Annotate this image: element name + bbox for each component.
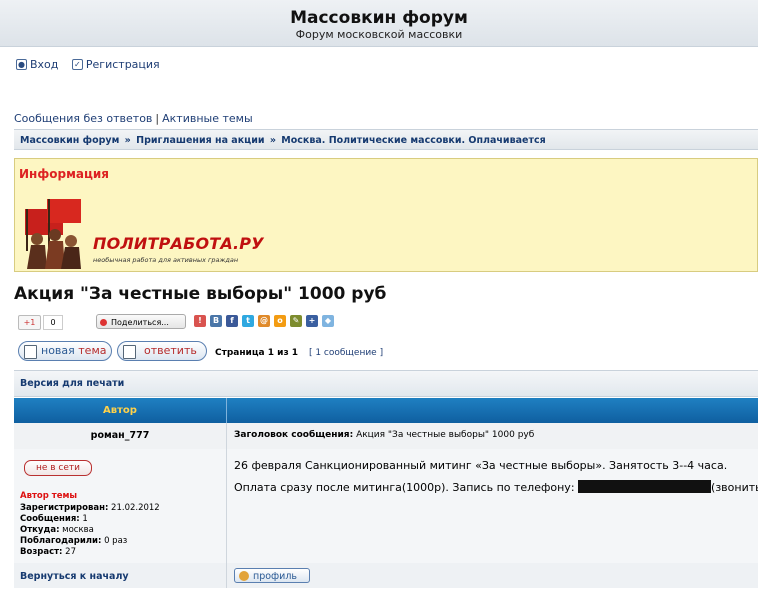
registered-info: Зарегистрирован: 21.02.2012 — [20, 503, 160, 513]
profile-icon — [239, 571, 249, 581]
site-title[interactable]: Массовкин форум — [0, 8, 758, 28]
new-topic-icon — [24, 345, 37, 359]
banner-name: ПОЛИТРАБОТА.РУ — [93, 234, 264, 253]
post-text-line-1: 26 февраля Санкционированный митинг «За … — [234, 459, 728, 472]
more-share-icon[interactable]: ◆ — [322, 315, 334, 327]
post-footer-row: Вернуться к началу профиль — [14, 563, 758, 588]
post-subject: Заголовок сообщения: Акция "За честные в… — [234, 430, 534, 440]
facebook-icon[interactable]: f — [226, 315, 238, 327]
breadcrumb-invitations[interactable]: Приглашения на акции — [136, 135, 264, 146]
new-topic-label-b: тема — [78, 344, 107, 357]
reply-icon — [123, 345, 136, 359]
breadcrumb-separator: » — [269, 135, 276, 146]
register-icon: ✓ — [71, 59, 83, 70]
quicklinks-separator: | — [155, 112, 160, 125]
mymail-icon[interactable]: @ — [258, 315, 270, 327]
twitter-icon[interactable]: t — [242, 315, 254, 327]
new-topic-button[interactable]: новая тема — [18, 341, 112, 361]
topic-title[interactable]: Акция "За честные выборы" 1000 руб — [14, 284, 386, 304]
gplus-count: 0 — [43, 315, 63, 330]
gplus-button[interactable]: +1 — [18, 315, 41, 330]
age-info: Возраст: 27 — [20, 547, 76, 557]
active-topics-link[interactable]: Активные темы — [162, 112, 253, 125]
post-text-line-2: Оплата сразу после митинга(1000р). Запис… — [234, 480, 758, 494]
post-text-line-2-start: Оплата сразу после митинга(1000р). Запис… — [234, 481, 575, 494]
banner-tagline: необычная работа для активных граждан — [93, 256, 239, 264]
post-text-line-2-end: (звонить мо — [711, 481, 758, 494]
author-column-header: Автор — [14, 398, 227, 423]
livejournal-icon[interactable]: ✎ — [290, 315, 302, 327]
print-version-link[interactable]: Версия для печати — [20, 378, 124, 389]
info-box: Информация ПОЛИТРАБОТА.РУ необычная рабо… — [14, 158, 758, 272]
info-title: Информация — [19, 167, 109, 181]
page-info: Страница 1 из 1 — [215, 348, 299, 358]
post-subject-text: Акция "За честные выборы" 1000 руб — [356, 430, 535, 440]
liveinternet-icon[interactable]: + — [306, 315, 318, 327]
quick-links: Сообщения без ответов | Активные темы — [14, 112, 253, 125]
odnoklassniki-icon[interactable]: o — [274, 315, 286, 327]
column-divider — [226, 563, 227, 588]
unanswered-posts-link[interactable]: Сообщения без ответов — [14, 112, 152, 125]
post-header-row: роман_777 Заголовок сообщения: Акция "За… — [14, 423, 758, 450]
location-info: Откуда: москва — [20, 525, 94, 535]
breadcrumb: Массовкин форум » Приглашения на акции »… — [14, 129, 758, 150]
share-button[interactable]: Поделиться... — [96, 314, 186, 329]
topic-author-tag: Автор темы — [20, 491, 78, 501]
vk-icon[interactable]: В — [210, 315, 222, 327]
redacted-phone — [578, 480, 712, 493]
reply-button[interactable]: ответить — [117, 341, 207, 361]
post-subject-label: Заголовок сообщения: — [234, 430, 354, 440]
site-description: Форум московской массовки — [295, 28, 463, 41]
profile-label: профиль — [253, 571, 298, 582]
forum-header: Массовкин форум Форум московской массовк… — [0, 0, 758, 47]
post-author[interactable]: роман_777 — [14, 423, 227, 449]
messages-info: Сообщения: 1 — [20, 514, 88, 524]
login-icon: ● — [16, 59, 27, 70]
new-topic-label-a: новая — [41, 344, 75, 357]
bookmark-icon[interactable]: ! — [194, 315, 206, 327]
author-profile-panel: не в сети Автор темы Зарегистрирован: 21… — [14, 449, 227, 563]
thanked-info: Поблагодарили: 0 раз — [20, 536, 128, 546]
reply-label: ответить — [144, 344, 197, 357]
post-body-row: не в сети Автор темы Зарегистрирован: 21… — [14, 449, 758, 564]
login-link[interactable]: Вход — [30, 58, 58, 71]
breadcrumb-separator: » — [124, 135, 131, 146]
posts-table-header: Автор — [14, 398, 758, 424]
register-link[interactable]: Регистрация — [86, 58, 160, 71]
online-status-badge: не в сети — [24, 460, 92, 476]
back-to-top-link[interactable]: Вернуться к началу — [20, 571, 129, 582]
profile-button[interactable]: профиль — [234, 568, 310, 583]
pagination: Страница 1 из 1 [ 1 сообщение ] — [215, 348, 383, 358]
message-count: [ 1 сообщение ] — [308, 348, 384, 358]
print-bar: Версия для печати — [14, 370, 758, 397]
breadcrumb-moscow[interactable]: Москва. Политические массовки. Оплачивае… — [281, 135, 545, 146]
breadcrumb-forum[interactable]: Массовкин форум — [20, 135, 119, 146]
user-links: ● Вход ✓ Регистрация — [16, 58, 170, 71]
